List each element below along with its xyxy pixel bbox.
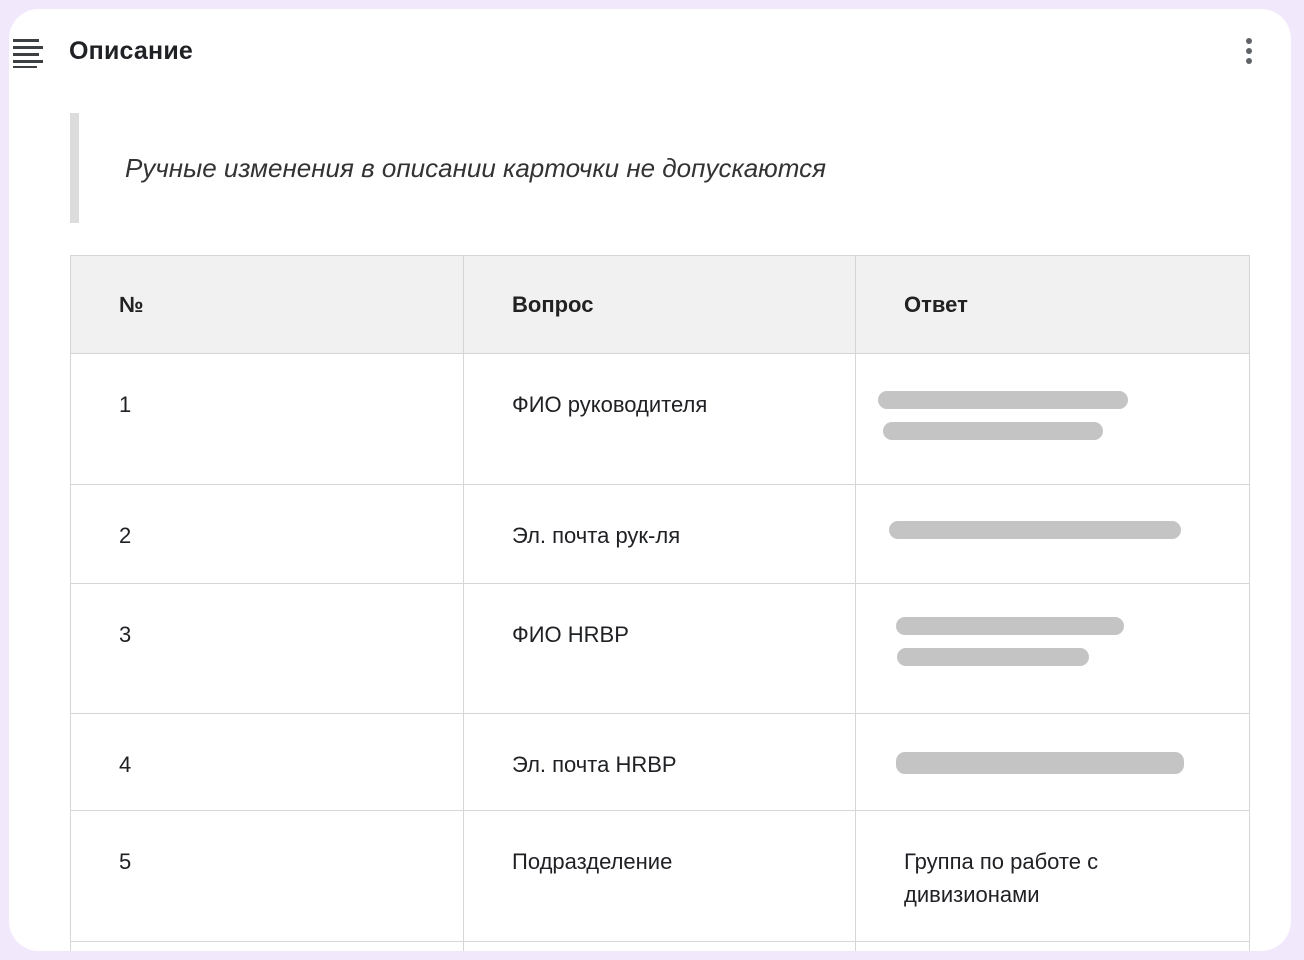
table-header-row: № Вопрос Ответ (70, 255, 1250, 354)
more-vertical-icon-dot (1246, 48, 1252, 54)
table-row: 1 ФИО руководителя (70, 353, 1250, 485)
card-header: Описание (9, 9, 1291, 99)
table-row: 3 ФИО HRBP (70, 583, 1250, 714)
row-number: 4 (70, 713, 464, 811)
row-answer (855, 941, 1250, 951)
row-number: 1 (70, 353, 464, 485)
row-answer-redacted (855, 583, 1250, 714)
row-number: 2 (70, 484, 464, 584)
row-answer-redacted (855, 713, 1250, 811)
qa-table: № Вопрос Ответ 1 ФИО руководителя 2 Эл. … (70, 255, 1250, 951)
redaction-bar (878, 391, 1128, 409)
row-number (70, 941, 464, 951)
row-question: Эл. почта HRBP (463, 713, 856, 811)
column-header-number: № (70, 255, 464, 354)
notice-text: Ручные изменения в описании карточки не … (125, 153, 826, 183)
card-title: Описание (69, 37, 193, 65)
row-answer-redacted (855, 484, 1250, 584)
table-row: 2 Эл. почта рук-ля (70, 484, 1250, 584)
row-question: Подразделение (463, 810, 856, 942)
row-answer-redacted (855, 353, 1250, 485)
redaction-bar (889, 521, 1181, 539)
table-row (70, 941, 1250, 951)
table-row: 4 Эл. почта HRBP (70, 713, 1250, 811)
page-frame: Описание Ручные изменения в описании кар… (0, 0, 1304, 960)
row-answer: Группа по работе с дивизионами (855, 810, 1250, 942)
row-question: ФИО HRBP (463, 583, 856, 714)
more-vertical-icon (1246, 38, 1252, 44)
redaction-bar (883, 422, 1103, 440)
redaction-bar (896, 752, 1184, 774)
table-row: 5 Подразделение Группа по работе с дивиз… (70, 810, 1250, 942)
redaction-bar (896, 617, 1124, 635)
row-number: 5 (70, 810, 464, 942)
row-question: Эл. почта рук-ля (463, 484, 856, 584)
redaction-bar (897, 648, 1089, 666)
row-question: ФИО руководителя (463, 353, 856, 485)
column-header-answer: Ответ (855, 255, 1250, 354)
row-number: 3 (70, 583, 464, 714)
description-card: Описание Ручные изменения в описании кар… (9, 9, 1291, 951)
notice-blockquote: Ручные изменения в описании карточки не … (70, 113, 1070, 223)
row-question (463, 941, 856, 951)
more-options-button[interactable] (1235, 33, 1265, 69)
column-header-question: Вопрос (463, 255, 856, 354)
notes-icon (13, 39, 43, 68)
more-vertical-icon-dot (1246, 58, 1252, 64)
